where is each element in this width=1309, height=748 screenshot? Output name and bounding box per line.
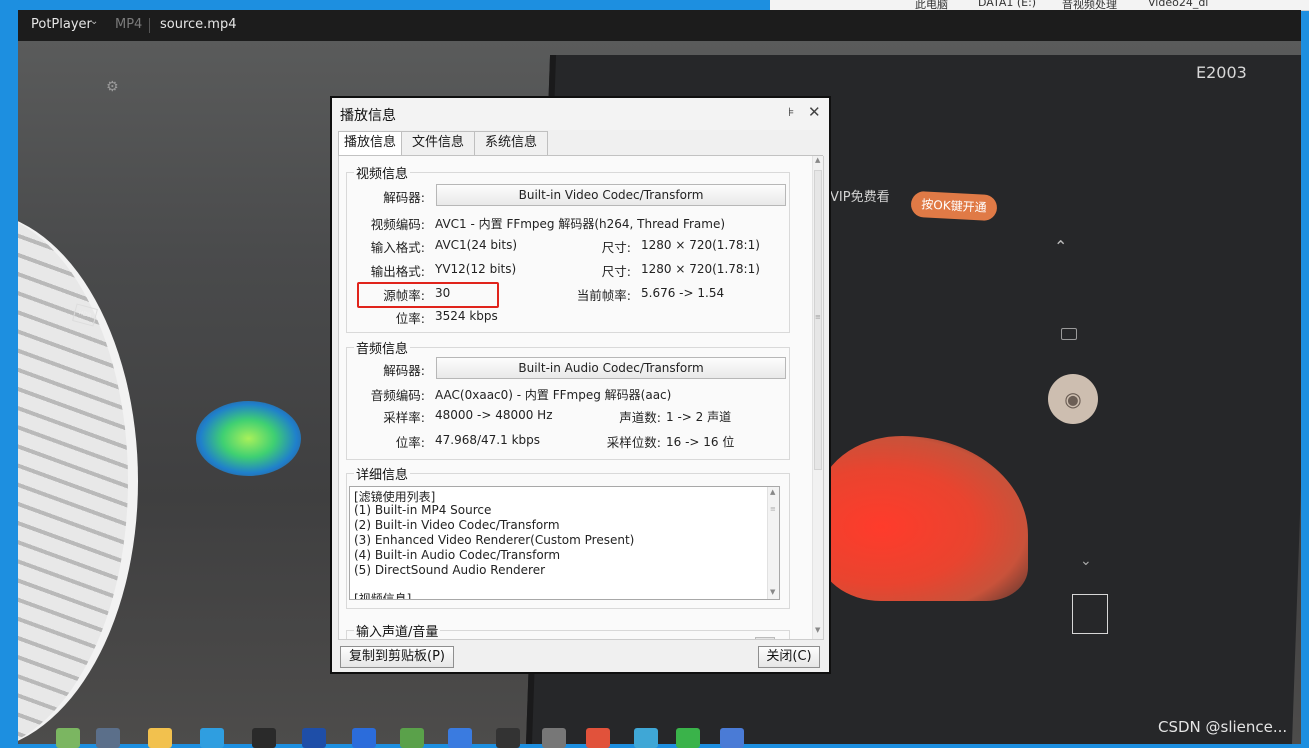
video-codec-value: AVC1 - 内置 FFmpeg 解码器(h264, Thread Frame)	[435, 217, 726, 231]
app-icon[interactable]	[496, 728, 520, 748]
vip-text: VIP免费看	[830, 190, 890, 205]
video-decoder-label: 解码器:	[383, 190, 425, 205]
output-size-label: 尺寸:	[601, 264, 631, 279]
detail-info-title: 详细信息	[354, 464, 411, 483]
video-codec-label: 视频编码:	[370, 217, 425, 232]
watermark: CSDN @slience...	[1158, 718, 1288, 736]
app-icon[interactable]	[252, 728, 276, 748]
browser-icon[interactable]	[200, 728, 224, 748]
audio-bitrate-label: 位率:	[395, 435, 425, 450]
current-fps-value: 5.676 -> 1.54	[641, 286, 725, 300]
audio-decoder-button[interactable]: Built-in Audio Codec/Transform	[436, 357, 786, 379]
close-button[interactable]: 关闭(C)	[758, 646, 820, 668]
path-item[interactable]: Video24_di	[1148, 0, 1208, 9]
list-line: (3) Enhanced Video Renderer(Custom Prese…	[354, 533, 635, 547]
channels-label: 声道数:	[619, 410, 661, 425]
app-icon[interactable]	[448, 728, 472, 748]
format-label: MP4	[115, 17, 143, 32]
source-fps-value: 30	[435, 286, 451, 300]
scroll-up-icon[interactable]: ▲	[770, 488, 775, 496]
fan-image	[18, 211, 138, 744]
camera-icon: ◉	[1048, 374, 1098, 424]
app-icon[interactable]	[586, 728, 610, 748]
channels-value: 1 -> 2 声道	[666, 410, 732, 424]
list-line: [视频信息]	[354, 592, 412, 600]
video-bitrate-value: 3524 kbps	[435, 309, 498, 323]
ok-promo-badge: 按OK键开通	[910, 190, 998, 222]
video-bitrate-label: 位率:	[395, 311, 425, 326]
app-icon[interactable]	[400, 728, 424, 748]
pin-icon[interactable]: ⊧	[788, 105, 794, 119]
input-size-label: 尺寸:	[601, 240, 631, 255]
gear-icon: ⚙	[106, 79, 119, 95]
monitor-brand: E2003	[1196, 63, 1247, 82]
folder-icon[interactable]	[148, 728, 172, 748]
tab-system-info[interactable]: 系统信息	[474, 131, 548, 155]
scroll-down-icon[interactable]: ▼	[770, 588, 775, 596]
app-icon[interactable]	[56, 728, 80, 748]
panel-scrollbar[interactable]: ▲ ≡ ▼	[812, 156, 823, 639]
playback-info-dialog: 播放信息 ⊧ ✕ 播放信息 文件信息 系统信息 视频信息 解码器: Built-…	[330, 96, 831, 674]
bitdepth-label: 采样位数:	[606, 435, 661, 450]
copy-to-clipboard-button[interactable]: 复制到剪贴板(P)	[340, 646, 454, 668]
camera-app-icon[interactable]	[542, 728, 566, 748]
chevron-down-icon: ⌄	[1080, 553, 1092, 569]
info-panel: 视频信息 解码器: Built-in Video Codec/Transform…	[338, 156, 824, 640]
input-format-value: AVC1(24 bits)	[435, 238, 518, 252]
source-fps-label: 源帧率:	[383, 288, 425, 303]
close-icon[interactable]: ✕	[808, 103, 821, 121]
samplerate-value: 48000 -> 48000 Hz	[435, 408, 553, 422]
list-line: (1) Built-in MP4 Source	[354, 503, 492, 517]
scroll-grip-icon[interactable]: ≡	[815, 313, 821, 321]
chevron-down-icon[interactable]: ⌄	[90, 16, 98, 27]
app-icon[interactable]	[634, 728, 658, 748]
title-divider	[149, 18, 150, 33]
scroll-up-icon[interactable]: ▲	[815, 156, 820, 164]
square-icon	[1072, 594, 1108, 634]
chevron-up-icon: ⌃	[1054, 237, 1068, 256]
output-format-label: 输出格式:	[370, 264, 425, 279]
bitdepth-value: 16 -> 16 位	[666, 435, 735, 449]
audio-codec-label: 音频编码:	[370, 388, 425, 403]
audio-decoder-label: 解码器:	[383, 363, 425, 378]
input-channel-title: 输入声道/音量	[354, 621, 441, 639]
tab-file-info[interactable]: 文件信息	[401, 131, 475, 155]
samplerate-label: 采样率:	[383, 410, 425, 425]
input-format-label: 输入格式:	[370, 240, 425, 255]
list-scrollbar[interactable]: ▲ ≡ ▼	[767, 487, 779, 599]
output-format-value: YV12(12 bits)	[435, 262, 517, 276]
scroll-down-icon[interactable]: ▼	[815, 626, 820, 634]
output-size-value: 1280 × 720(1.78:1)	[641, 262, 760, 276]
taskbar	[40, 724, 760, 748]
video-info-title: 视频信息	[354, 163, 411, 182]
dialog-titlebar[interactable]: 播放信息 ⊧ ✕	[332, 98, 829, 130]
audio-bitrate-value: 47.968/47.1 kbps	[435, 433, 540, 447]
player-titlebar[interactable]: PotPlayer ⌄ MP4 source.mp4	[18, 10, 1301, 41]
video-camera-icon	[1061, 328, 1077, 340]
app-icon[interactable]	[720, 728, 744, 748]
wechat-icon[interactable]	[676, 728, 700, 748]
channel-control[interactable]	[755, 637, 775, 639]
file-name: source.mp4	[160, 17, 237, 32]
video-decoder-button[interactable]: Built-in Video Codec/Transform	[436, 184, 786, 206]
input-size-value: 1280 × 720(1.78:1)	[641, 238, 760, 252]
app-menu-button[interactable]: PotPlayer	[31, 17, 92, 32]
scroll-grip-icon[interactable]: ≡	[770, 505, 776, 513]
app-icon[interactable]	[352, 728, 376, 748]
list-line: (5) DirectSound Audio Renderer	[354, 563, 546, 577]
app-icon[interactable]	[96, 728, 120, 748]
audio-codec-value: AAC(0xaac0) - 内置 FFmpeg 解码器(aac)	[435, 388, 672, 402]
dialog-title: 播放信息	[340, 108, 396, 124]
audio-info-title: 音频信息	[354, 338, 411, 357]
list-line: (4) Built-in Audio Codec/Transform	[354, 548, 561, 562]
current-fps-label: 当前帧率:	[576, 288, 631, 303]
green-blob	[196, 401, 301, 476]
filter-list-box[interactable]: [滤镜使用列表] (1) Built-in MP4 Source (2) Bui…	[349, 486, 780, 600]
terminal-icon[interactable]	[302, 728, 326, 748]
path-item[interactable]: DATA1 (E:)	[978, 0, 1036, 9]
tab-playback-info[interactable]: 播放信息	[338, 131, 402, 156]
list-line: (2) Built-in Video Codec/Transform	[354, 518, 560, 532]
